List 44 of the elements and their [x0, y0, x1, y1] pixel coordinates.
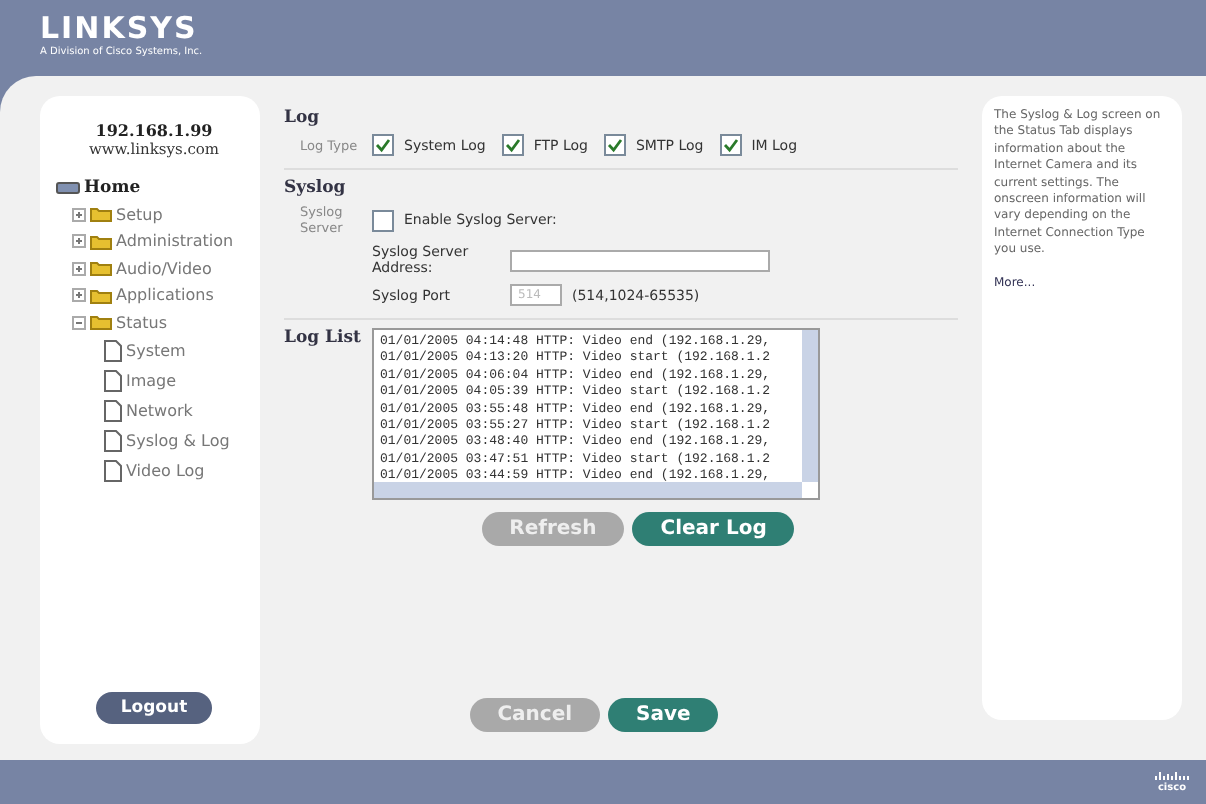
- primary-button[interactable]: Clear Log: [632, 512, 795, 546]
- checkbox[interactable]: [501, 134, 524, 156]
- folder-icon: [90, 260, 112, 277]
- checkbox[interactable]: [603, 134, 626, 156]
- device-icon: [56, 179, 80, 196]
- address-field[interactable]: [510, 249, 770, 271]
- nav-item[interactable]: Status: [116, 313, 167, 332]
- nav-item[interactable]: System: [126, 342, 186, 360]
- collapse-icon[interactable]: [72, 315, 86, 330]
- horizontal-scrollbar[interactable]: [374, 482, 802, 498]
- folder-icon: [90, 314, 112, 331]
- expand-icon[interactable]: [72, 207, 86, 222]
- ip-address: 192.168.1.99: [93, 120, 215, 140]
- log-list[interactable]: [372, 328, 820, 500]
- checkbox[interactable]: [372, 134, 394, 156]
- nav-item[interactable]: Applications: [116, 286, 214, 305]
- nav-item[interactable]: Setup: [116, 205, 163, 224]
- page-icon: [104, 400, 122, 422]
- folder-icon: [90, 206, 112, 223]
- logo: LINKSYS: [40, 12, 200, 46]
- vertical-scrollbar[interactable]: [802, 330, 818, 482]
- page-icon: [104, 370, 122, 392]
- nav-item[interactable]: Network: [126, 402, 193, 420]
- checkbox[interactable]: [372, 209, 394, 231]
- checkbox[interactable]: [719, 134, 742, 156]
- page-icon: [104, 430, 122, 452]
- section-heading: Log: [284, 108, 322, 128]
- page-icon: [104, 340, 122, 362]
- folder-icon: [90, 233, 112, 250]
- expand-icon[interactable]: [72, 234, 86, 249]
- nav-item[interactable]: Syslog & Log: [126, 432, 230, 450]
- section-heading: Log List: [284, 328, 363, 348]
- section-heading: Syslog: [284, 178, 348, 198]
- nav-item[interactable]: Image: [126, 372, 177, 390]
- nav-home[interactable]: Home: [84, 177, 141, 198]
- folder-icon: [90, 287, 112, 304]
- expand-icon[interactable]: [72, 261, 86, 276]
- primary-button[interactable]: Save: [608, 698, 719, 732]
- page-icon: [104, 460, 122, 482]
- nav-item[interactable]: Video Log: [126, 462, 205, 480]
- nav-item[interactable]: Administration: [116, 232, 234, 251]
- expand-icon[interactable]: [72, 288, 86, 303]
- logout-button[interactable]: Logout: [96, 692, 212, 724]
- nav-item[interactable]: Audio/Video: [116, 259, 212, 278]
